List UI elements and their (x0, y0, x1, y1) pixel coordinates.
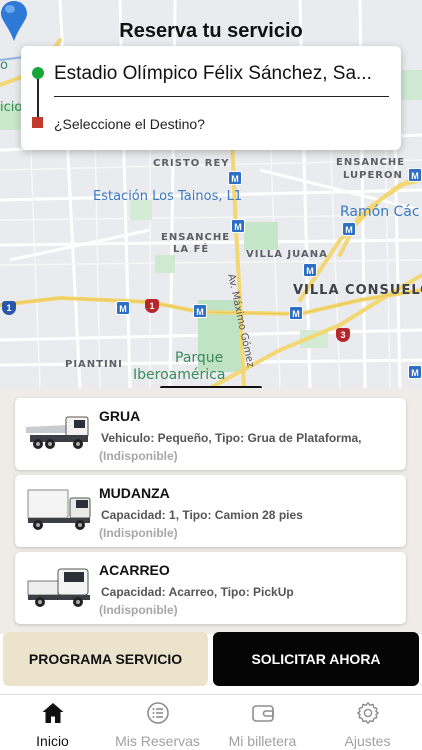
tab-mis-reservas[interactable]: Mis Reservas (105, 695, 210, 750)
destination-field[interactable]: ¿Seleccione el Destino? (54, 116, 205, 132)
tab-label: Mis Reservas (115, 733, 200, 749)
service-status: (Indisponible) (99, 449, 178, 463)
tab-ajustes[interactable]: Ajustes (315, 695, 420, 750)
tab-inicio[interactable]: Inicio (0, 695, 105, 750)
schedule-service-button[interactable]: PROGRAMA SERVICIO (3, 632, 208, 686)
map-label-estacion: Estación Los Tainos, L1 (93, 189, 243, 204)
service-status: (Indisponible) (99, 603, 178, 617)
tab-label: Mi billetera (228, 733, 297, 749)
tab-label: Inicio (36, 733, 69, 749)
tab-bar: Inicio Mis Reservas Mi billetera Ajustes (0, 694, 422, 750)
metro-station-icon: M (231, 219, 245, 233)
service-description: Capacidad: Acarreo, Tipo: PickUp (101, 585, 294, 599)
map-label-ensanche-luperon-2: LUPERON (343, 170, 403, 181)
metro-station-icon: M (408, 168, 422, 182)
box-truck-icon (27, 489, 91, 530)
service-card-acarreo[interactable]: ACARREO Capacidad: Acarreo, Tipo: PickUp… (15, 552, 406, 624)
map-label-parque-1: Parque (175, 350, 224, 366)
list-icon (146, 702, 169, 724)
metro-station-icon: M (228, 171, 242, 185)
route-card: Estadio Olímpico Félix Sánchez, Sa... ¿S… (21, 46, 401, 150)
origin-field[interactable]: Estadio Olímpico Félix Sánchez, Sa... (54, 63, 392, 85)
destination-marker-icon (32, 117, 43, 128)
service-description: Capacidad: 1, Tipo: Camion 28 pies (101, 508, 303, 522)
map-label-ensanche-luperon-1: ENSANCHE (336, 157, 406, 168)
service-description: Vehiculo: Pequeño, Tipo: Grua de Platafo… (101, 431, 362, 445)
origin-marker-icon (32, 67, 44, 79)
tab-label: Ajustes (344, 733, 391, 749)
wallet-icon (251, 705, 274, 722)
metro-station-icon: M (116, 301, 130, 315)
map-label-parque-2: Iberoamérica (133, 367, 226, 383)
map-label-villa-juana: VILLA JUANA (246, 249, 328, 260)
map-label-piantini: PIANTINI (65, 359, 123, 370)
map-label-villa-consuelo: VILLA CONSUELO (293, 283, 422, 298)
pickup-truck-icon (27, 568, 90, 607)
tow-truck-icon (26, 416, 89, 449)
divider (54, 96, 389, 97)
metro-station-icon: M (342, 222, 356, 236)
service-title: MUDANZA (99, 485, 170, 501)
gear-icon (356, 702, 379, 724)
map-label-ensanche-la-fe-1: ENSANCHE (161, 232, 231, 243)
metro-station-icon: M (408, 365, 422, 379)
service-title: GRUA (99, 408, 141, 424)
home-icon (42, 703, 63, 723)
map-label-ramon: Ramón Các (340, 204, 420, 220)
page-title: Reserva tu servicio (119, 20, 303, 42)
service-status: (Indisponible) (99, 526, 178, 540)
service-card-grua[interactable]: GRUA Vehiculo: Pequeño, Tipo: Grua de Pl… (15, 398, 406, 470)
map-label-cristo-rey: CRISTO REY (153, 158, 230, 169)
highway-shield-icon: 1 (145, 299, 159, 313)
highway-shield-icon: 3 (336, 328, 350, 342)
map-label-edge-2: icio (0, 100, 23, 115)
tab-mi-billetera[interactable]: Mi billetera (210, 695, 315, 750)
highway-shield-icon: 1 (2, 301, 16, 315)
map-label-edge-1: o (0, 58, 8, 73)
route-connector (37, 79, 39, 117)
service-title: ACARREO (99, 562, 170, 578)
service-card-mudanza[interactable]: MUDANZA Capacidad: 1, Tipo: Camion 28 pi… (15, 475, 406, 547)
metro-station-icon: M (303, 263, 317, 277)
request-now-button[interactable]: SOLICITAR AHORA (213, 632, 419, 686)
metro-station-icon: M (193, 304, 207, 318)
map-label-ensanche-la-fe-2: LA FÉ (173, 244, 210, 255)
metro-station-icon: M (289, 306, 303, 320)
service-list: GRUA Vehiculo: Pequeño, Tipo: Grua de Pl… (0, 388, 422, 634)
